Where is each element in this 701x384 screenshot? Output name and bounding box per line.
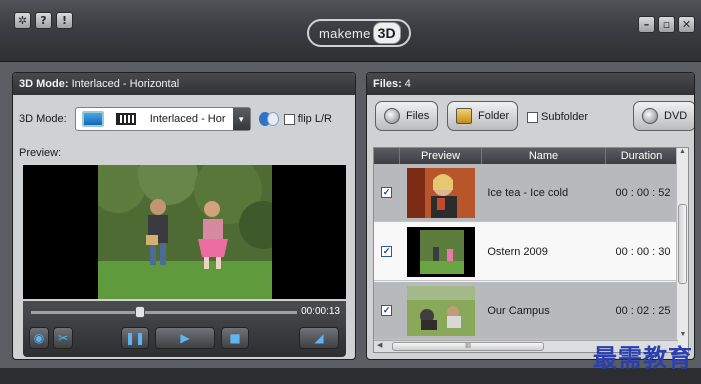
subfolder-label: Subfolder [541,111,589,123]
pause-button[interactable]: ❚❚ [121,327,149,349]
minimize-icon[interactable]: – [638,16,655,33]
mode-select[interactable]: Interlaced - Hor ▼ [74,107,251,131]
file-name: Our Campus [487,304,550,317]
seek-track[interactable] [31,311,297,314]
mode-row: 3D Mode: Interlaced - Hor ▼ flip L/R [19,107,332,131]
close-icon[interactable]: ✕ [678,16,695,33]
mode-panel: 3D Mode: Interlaced - Horizontal 3D Mode… [12,72,356,360]
flip-checkbox[interactable] [283,113,295,125]
preview-label: Preview: [19,147,62,159]
chevron-down-icon[interactable]: ▼ [232,108,250,130]
video-frame [98,165,272,299]
table-header: Preview Name Duration [374,148,688,164]
row-checkbox[interactable]: ✓ [381,305,393,316]
flip-toggle[interactable]: flip L/R [258,112,332,126]
files-panel-header: Files: 4 [367,73,694,95]
volume-slider[interactable]: ◢ [299,327,339,349]
dvd-icon [642,108,658,124]
scroll-down-icon[interactable]: ▼ [677,331,689,338]
tv-icon [81,111,104,127]
col-name[interactable]: Name [482,148,606,164]
logo-badge: 3D [372,22,401,44]
subfolder-option[interactable]: Subfolder [527,111,588,123]
thumbnail [407,285,476,336]
mode-header-value: Interlaced - Horizontal [71,78,180,90]
folder-button-label: Folder [478,110,510,122]
stop-button[interactable]: ■ [221,327,249,349]
add-files-button[interactable]: Files [375,101,439,131]
file-duration: 00 : 00 : 30 [615,245,671,258]
player-controls: 00:00:13 ◉ ✂ ❚❚ ▶ ■ ◢ [23,301,346,357]
add-folder-button[interactable]: Folder [447,101,519,131]
col-preview[interactable]: Preview [400,148,482,164]
mode-select-value: Interlaced - Hor [149,113,226,125]
maximize-icon[interactable]: ▫ [658,16,675,33]
help-icon[interactable]: ? [35,12,52,29]
col-duration[interactable]: Duration [606,148,678,164]
file-name: Ice tea - Ice cold [487,186,569,199]
row-checkbox[interactable]: ✓ [381,187,393,198]
watermark: 最需教育 [593,343,693,372]
time-display: 00:00:13 [301,306,340,317]
title-bar: ✲ ? ! makeme 3D – ▫ ✕ [0,0,701,62]
settings-icon[interactable]: ✲ [14,12,31,29]
play-button[interactable]: ▶ [155,327,215,349]
vertical-scroll-thumb[interactable] [678,204,687,284]
snapshot-icon[interactable]: ◉ [29,327,49,349]
thumbnail [407,167,476,218]
folder-icon [456,108,472,124]
horizontal-scroll-thumb[interactable]: III [392,342,544,351]
file-duration: 00 : 02 : 25 [615,304,671,317]
window-controls: – ▫ ✕ [638,16,695,33]
mode-panel-header: 3D Mode: Interlaced - Horizontal [13,73,355,95]
table-row[interactable]: ✓ Ostern 2009 00 : 00 : 30 [374,223,678,281]
col-check [374,148,400,164]
toolbar-icons: ✲ ? ! [14,12,73,29]
files-icon [384,108,400,124]
vertical-scrollbar[interactable]: ▲ ▼ [676,148,688,352]
table-row[interactable]: ✓ Our Campus 00 : 02 : 25 [374,282,678,340]
video-preview [23,165,346,299]
film-icon [115,113,136,125]
files-button-label: Files [406,110,430,122]
seek-handle[interactable] [135,306,146,318]
flip-icon [258,112,281,126]
scroll-up-icon[interactable]: ▲ [677,148,688,155]
info-icon[interactable]: ! [56,12,73,29]
app-logo: makeme 3D [307,19,411,47]
mode-header-label: 3D Mode: [19,78,69,90]
thumbnail [407,226,476,277]
dvd-button-label: DVD [664,110,688,122]
file-name: Ostern 2009 [487,245,548,258]
files-panel: Files: 4 Files Folder Subfolder DVD Prev… [366,72,695,360]
scroll-left-icon[interactable]: ◀ [377,341,382,349]
dvd-button[interactable]: DVD [633,101,694,131]
flip-label: flip L/R [297,113,332,125]
files-header-label: Files: [373,78,402,90]
file-table: Preview Name Duration ✓ Ice tea - Ice co… [373,147,689,353]
table-row[interactable]: ✓ Ice tea - Ice cold 00 : 00 : 52 [374,164,678,222]
subfolder-checkbox[interactable] [527,111,538,123]
files-count: 4 [404,78,411,90]
mode-label: 3D Mode: [19,113,67,125]
file-duration: 00 : 00 : 52 [615,186,671,199]
logo-text: makeme [319,25,371,41]
row-checkbox[interactable]: ✓ [381,246,393,257]
cut-icon[interactable]: ✂ [53,327,73,349]
